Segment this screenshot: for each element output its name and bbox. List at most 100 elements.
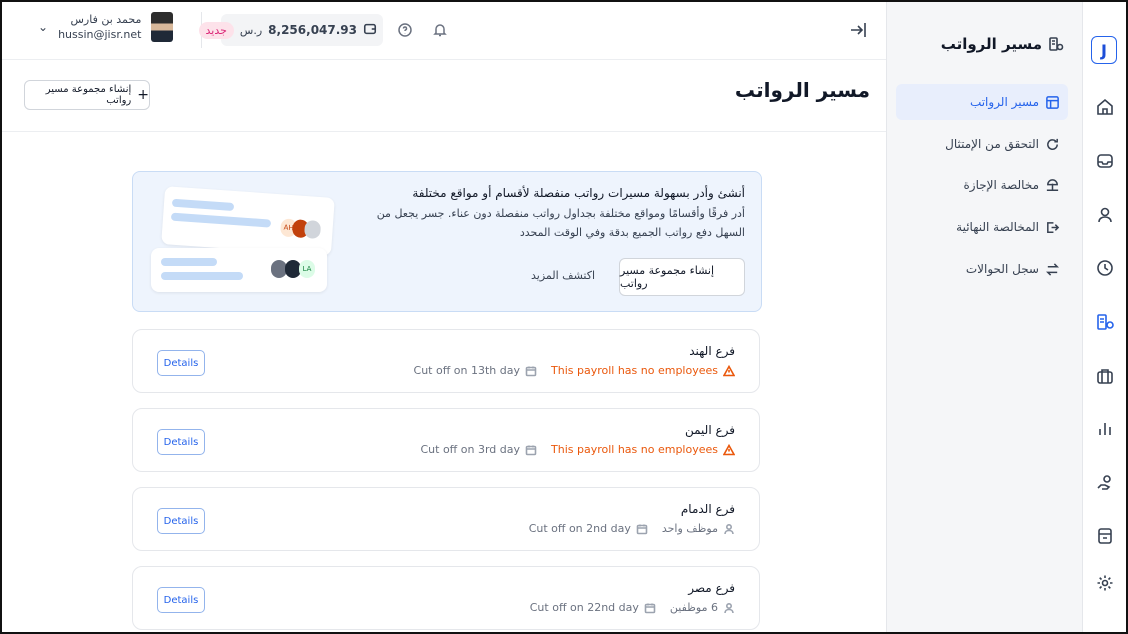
user-icon[interactable] [1094, 204, 1116, 226]
user-name: محمد بن فارس [70, 13, 142, 26]
payroll-name: فرع الدمام [680, 502, 735, 516]
calendar-icon [525, 366, 537, 376]
payroll-status-text: This payroll has no employees [551, 443, 718, 456]
sidebar-item-label: المخالصة النهائية [956, 220, 1039, 234]
payroll-cutoff-text: Cut off on 3rd day [420, 443, 520, 456]
chevron-down-icon[interactable]: ⌄ [38, 20, 48, 34]
banner-title: أنشئ وأدر بسهولة مسيرات رواتب منفصلة لأق… [412, 186, 745, 200]
refresh-icon [1047, 138, 1058, 150]
plus-icon: + [137, 87, 149, 103]
payroll-name: فرع اليمن [684, 423, 735, 437]
mini-avatar: LA [299, 260, 315, 278]
sidebar-title-text: مسير الرواتب [940, 35, 1042, 53]
user-menu[interactable]: ⌄ محمد بن فارس hussin@jisr.net [38, 12, 174, 42]
sidebar-item-label: التحقق من الإمتثال [945, 137, 1039, 151]
info-banner: AH LA أنشئ وأدر بسهولة مسيرات رواتب منفص… [132, 171, 762, 312]
page-header: + إنشاء مجموعة مسير رواتب مسير الرواتب [2, 60, 890, 132]
payroll-employees-text: 6 موظفين [669, 601, 718, 614]
app-window: ⌄ محمد بن فارس hussin@jisr.net 8,256,047… [0, 0, 1128, 634]
briefcase-icon[interactable] [1094, 365, 1116, 387]
illustration-line [170, 212, 272, 228]
wallet-icon [363, 21, 377, 40]
payroll-employees-text: موظف واحد [661, 522, 718, 535]
payroll-meta: This payroll has no employees Cut off on… [414, 364, 735, 377]
sidebar-item-label: سجل الحوالات [965, 262, 1039, 276]
page-title: مسير الرواتب [734, 78, 870, 102]
app-logo[interactable]: J [1091, 36, 1117, 64]
payroll-card[interactable]: فرع الدمام موظف واحد Cut off on 2nd day … [132, 487, 760, 551]
home-icon[interactable] [1094, 96, 1116, 118]
illustration-card: AH [161, 186, 335, 256]
payroll-card[interactable]: فرع الهند This payroll has no employees … [132, 329, 760, 393]
sidebar-item-label: مخالصة الإجازة [963, 178, 1039, 192]
payroll-cutoff-text: Cut off on 22nd day [529, 601, 639, 614]
payroll-cutoff: Cut off on 13th day [414, 364, 537, 377]
payroll-icon [1049, 37, 1064, 51]
top-bar: ⌄ محمد بن فارس hussin@jisr.net 8,256,047… [2, 2, 890, 60]
clock-icon[interactable] [1094, 257, 1116, 279]
details-button[interactable]: Details [157, 508, 205, 534]
payroll-card[interactable]: فرع مصر 6 موظفين Cut off on 22nd day Det… [132, 566, 760, 630]
main-content: ⌄ محمد بن فارس hussin@jisr.net 8,256,047… [2, 2, 890, 632]
payroll-status: This payroll has no employees [551, 364, 735, 377]
exit-icon [1047, 221, 1060, 233]
avatar[interactable] [151, 12, 174, 42]
payroll-employees: 6 موظفين [670, 601, 735, 614]
payroll-meta: 6 موظفين Cut off on 22nd day [530, 601, 735, 614]
help-icon[interactable] [397, 22, 413, 38]
user-email: hussin@jisr.net [58, 28, 142, 41]
hand-coin-icon[interactable] [1094, 472, 1116, 494]
illustration-line [171, 198, 235, 211]
sidebar: مسير الرواتب مسير الرواتب التحقق من الإم… [886, 2, 1082, 632]
payroll-name: فرع مصر [688, 581, 735, 595]
user-icon [724, 602, 734, 613]
chart-icon[interactable] [1094, 418, 1116, 440]
payroll-cutoff-text: Cut off on 13th day [413, 364, 520, 377]
new-badge: جديد [198, 21, 234, 39]
balance-widget[interactable]: 8,256,047.93 ر.س جديد [198, 14, 383, 46]
create-group-label: إنشاء مجموعة مسير رواتب [45, 84, 132, 106]
collapse-sidebar-icon[interactable] [848, 20, 870, 42]
inbox-icon[interactable] [1094, 150, 1116, 172]
calendar-icon [636, 524, 648, 534]
balance-amount: 8,256,047.93 [268, 23, 357, 37]
warning-icon [723, 364, 735, 376]
create-payroll-group-button[interactable]: + إنشاء مجموعة مسير رواتب [24, 80, 150, 110]
user-icon [724, 523, 734, 534]
banner-text: أنشئ وأدر بسهولة مسيرات رواتب منفصلة لأق… [345, 186, 745, 242]
details-button[interactable]: Details [157, 587, 205, 613]
sidebar-item-leave-settlement[interactable]: مخالصة الإجازة [896, 167, 1068, 203]
learn-more-link[interactable]: اكتشف المزيد [531, 269, 595, 282]
sidebar-item-final-settlement[interactable]: المخالصة النهائية [896, 209, 1068, 245]
sidebar-item-transfers-log[interactable]: سجل الحوالات [896, 251, 1068, 287]
banner-description: أدر فرقًا وأقسامًا ومواقع مختلفة بجداول … [376, 207, 745, 239]
payroll-status-text: This payroll has no employees [551, 364, 718, 377]
calendar-icon [644, 603, 656, 613]
bell-icon[interactable] [432, 22, 448, 38]
user-info: محمد بن فارس hussin@jisr.net [58, 12, 141, 42]
archive-icon[interactable] [1094, 525, 1116, 547]
illustration-line [161, 258, 217, 266]
currency-label: ر.س [239, 23, 263, 37]
sidebar-item-compliance[interactable]: التحقق من الإمتثال [896, 126, 1068, 162]
beach-icon [1046, 178, 1059, 191]
details-button[interactable]: Details [157, 350, 205, 376]
illustration-line [161, 272, 243, 280]
payroll-cutoff-text: Cut off on 2nd day [528, 522, 631, 535]
sidebar-item-label: مسير الرواتب [969, 95, 1039, 109]
settings-icon[interactable] [1094, 572, 1116, 594]
calendar-icon [525, 445, 537, 455]
table-icon [1046, 95, 1059, 109]
mini-avatar [303, 219, 322, 240]
payroll-cutoff: Cut off on 3rd day [420, 443, 537, 456]
payroll-icon[interactable] [1094, 311, 1116, 333]
sidebar-item-payroll[interactable]: مسير الرواتب [896, 84, 1068, 120]
payroll-cutoff: Cut off on 2nd day [529, 522, 648, 535]
details-button[interactable]: Details [157, 429, 205, 455]
payroll-meta: This payroll has no employees Cut off on… [420, 443, 735, 456]
transfer-icon [1046, 262, 1059, 276]
icon-rail: J [1082, 2, 1126, 632]
banner-create-button[interactable]: إنشاء مجموعة مسير رواتب [619, 258, 745, 296]
payroll-name: فرع الهند [689, 344, 735, 358]
payroll-card[interactable]: فرع اليمن This payroll has no employees … [132, 408, 760, 472]
